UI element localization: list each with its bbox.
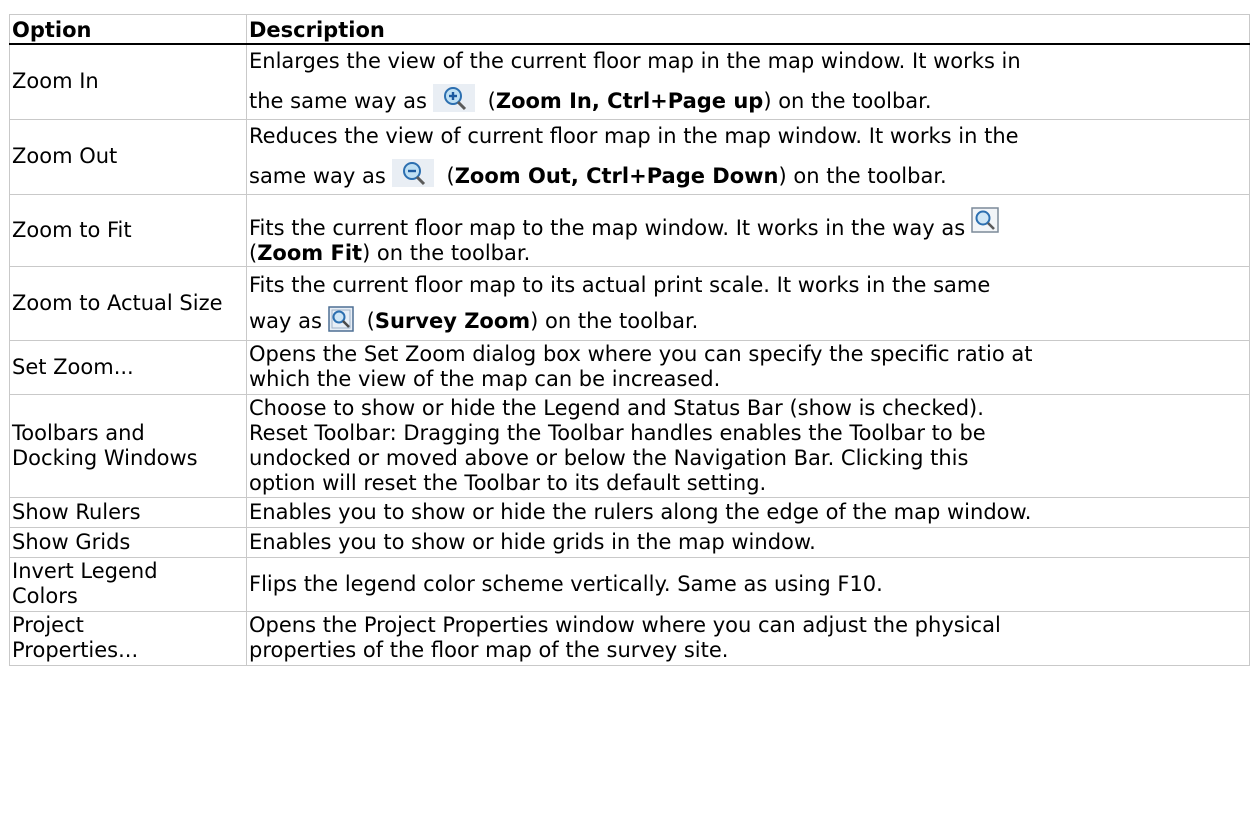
description-cell: Choose to show or hide the Legend and St… xyxy=(246,393,1250,498)
option-cell: Zoom In xyxy=(9,43,247,120)
option-cell: Show Rulers xyxy=(9,496,247,528)
description-cell: Flips the legend color scheme vertically… xyxy=(246,556,1250,612)
table-row: Show Rulers Enables you to show or hide … xyxy=(9,496,1250,528)
table-row: Invert Legend Colors Flips the legend co… xyxy=(9,556,1250,612)
table-row: Toolbars and Docking Windows Choose to s… xyxy=(9,393,1250,498)
options-table: Option Description Zoom In Enlarges the … xyxy=(9,14,1250,666)
table-row: Zoom In Enlarges the view of the current… xyxy=(9,43,1250,120)
option-cell: Zoom to Actual Size xyxy=(9,265,247,341)
table-row: Set Zoom... Opens the Set Zoom dialog bo… xyxy=(9,339,1250,395)
option-cell: Zoom to Fit xyxy=(9,193,247,267)
table-row: Show Grids Enables you to show or hide g… xyxy=(9,526,1250,558)
table-row: Project Properties... Opens the Project … xyxy=(9,610,1250,666)
zoom-fit-icon xyxy=(971,206,999,233)
option-cell: Project Properties... xyxy=(9,610,247,666)
description-cell: Enlarges the view of the current floor m… xyxy=(246,43,1250,120)
description-cell: Enables you to show or hide the rulers a… xyxy=(246,496,1250,528)
option-header: Option xyxy=(9,14,247,45)
description-header: Description xyxy=(246,14,1250,45)
option-cell: Zoom Out xyxy=(9,118,247,195)
description-cell: Reduces the view of current floor map in… xyxy=(246,118,1250,195)
option-cell: Set Zoom... xyxy=(9,339,247,395)
option-cell: Toolbars and Docking Windows xyxy=(9,393,247,498)
option-cell: Invert Legend Colors xyxy=(9,556,247,612)
zoom-in-icon xyxy=(432,84,475,113)
table-row: Zoom to Fit Fits the current floor map t… xyxy=(9,193,1250,267)
survey-zoom-icon xyxy=(328,305,354,332)
description-cell: Opens the Set Zoom dialog box where you … xyxy=(246,339,1250,395)
description-cell: Enables you to show or hide grids in the… xyxy=(246,526,1250,558)
description-cell: Opens the Project Properties window wher… xyxy=(246,610,1250,666)
option-cell: Show Grids xyxy=(9,526,247,558)
description-cell: Fits the current floor map to its actual… xyxy=(246,265,1250,341)
table-row: Zoom to Actual Size Fits the current flo… xyxy=(9,265,1250,341)
zoom-out-icon xyxy=(391,159,434,187)
table-row: Zoom Out Reduces the view of current flo… xyxy=(9,118,1250,195)
description-cell: Fits the current floor map to the map wi… xyxy=(246,193,1250,267)
header-row: Option Description xyxy=(9,14,1250,45)
